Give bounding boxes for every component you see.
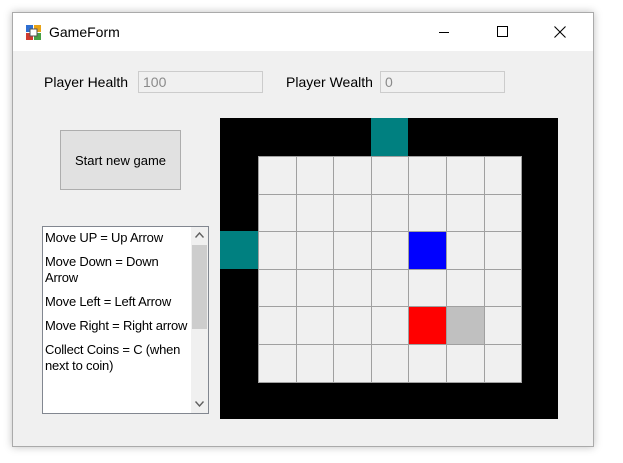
floor-tile — [258, 193, 297, 233]
floor-tile — [333, 306, 372, 345]
scroll-thumb[interactable] — [192, 245, 207, 329]
enemy-tile — [408, 306, 447, 345]
instruction-item[interactable]: Move Left = Left Arrow — [45, 294, 188, 310]
player-health-label: Player Health — [44, 74, 129, 90]
floor-tile — [483, 268, 523, 308]
app-icon — [26, 25, 41, 40]
minimize-button[interactable] — [421, 13, 467, 51]
floor-tile — [446, 193, 485, 233]
game-form-window: GameForm Player Health 100 Player Wealth… — [12, 12, 594, 447]
floor-tile — [483, 193, 523, 233]
floor-tile — [408, 268, 447, 308]
floor-tile — [333, 193, 372, 233]
floor-tile — [295, 156, 335, 195]
player-health-field[interactable]: 100 — [138, 71, 263, 93]
floor-tile — [295, 268, 335, 308]
instructions-listbox[interactable]: Move UP = Up Arrow Move Down = Down Arrow… — [42, 226, 209, 414]
floor-tile — [408, 156, 447, 195]
floor-tile — [258, 344, 297, 383]
floor-tile — [295, 306, 335, 345]
instruction-item[interactable]: Collect Coins = C (when next to coin) — [45, 342, 188, 374]
floor-tile — [446, 344, 485, 383]
door-tile — [370, 118, 409, 156]
floor-tile — [295, 231, 335, 270]
floor-tile — [370, 231, 410, 270]
floor-tile — [295, 344, 335, 383]
coin-tile — [446, 306, 485, 345]
door-tile — [220, 231, 258, 269]
floor-tile — [258, 231, 297, 270]
floor-tile — [258, 156, 297, 195]
floor-tile — [258, 268, 297, 308]
start-new-game-label: Start new game — [74, 152, 167, 168]
floor-tile — [370, 193, 410, 233]
title-bar[interactable]: GameForm — [13, 13, 593, 51]
window-title: GameForm — [49, 24, 120, 40]
floor-tile — [333, 344, 372, 383]
floor-tile — [258, 306, 297, 345]
floor-tile — [333, 156, 372, 195]
maximize-button[interactable] — [479, 13, 525, 51]
floor-tile — [483, 231, 523, 270]
floor-tile — [333, 231, 372, 270]
floor-tile — [370, 156, 410, 195]
floor-tile — [370, 268, 410, 308]
scroll-down-button[interactable] — [191, 396, 208, 413]
chevron-down-icon — [195, 401, 204, 407]
floor-tile — [446, 268, 485, 308]
floor-tile — [483, 306, 523, 345]
close-button[interactable] — [537, 13, 583, 51]
instructions-list: Move UP = Up Arrow Move Down = Down Arrow… — [45, 230, 188, 382]
player-wealth-label: Player Wealth — [286, 74, 373, 90]
floor-tile — [370, 344, 410, 383]
floor-tile — [295, 193, 335, 233]
chevron-up-icon — [195, 232, 204, 238]
start-new-game-button[interactable]: Start new game — [60, 130, 181, 190]
floor-tile — [408, 193, 447, 233]
floor-tile — [408, 344, 447, 383]
scroll-up-button[interactable] — [191, 227, 208, 244]
close-icon — [554, 26, 566, 38]
instruction-item[interactable]: Move Down = Down Arrow — [45, 254, 188, 286]
player-tile — [408, 231, 447, 270]
floor-tile — [370, 306, 410, 345]
floor-tile — [483, 156, 523, 195]
floor-tile — [483, 344, 523, 383]
floor-tile — [333, 268, 372, 308]
instruction-item[interactable]: Move UP = Up Arrow — [45, 230, 188, 246]
floor-tile — [446, 156, 485, 195]
player-wealth-field[interactable]: 0 — [380, 71, 505, 93]
floor-tile — [446, 231, 485, 270]
game-board[interactable] — [220, 118, 558, 419]
listbox-scrollbar[interactable] — [191, 227, 208, 413]
instruction-item[interactable]: Move Right = Right arrow — [45, 318, 188, 334]
